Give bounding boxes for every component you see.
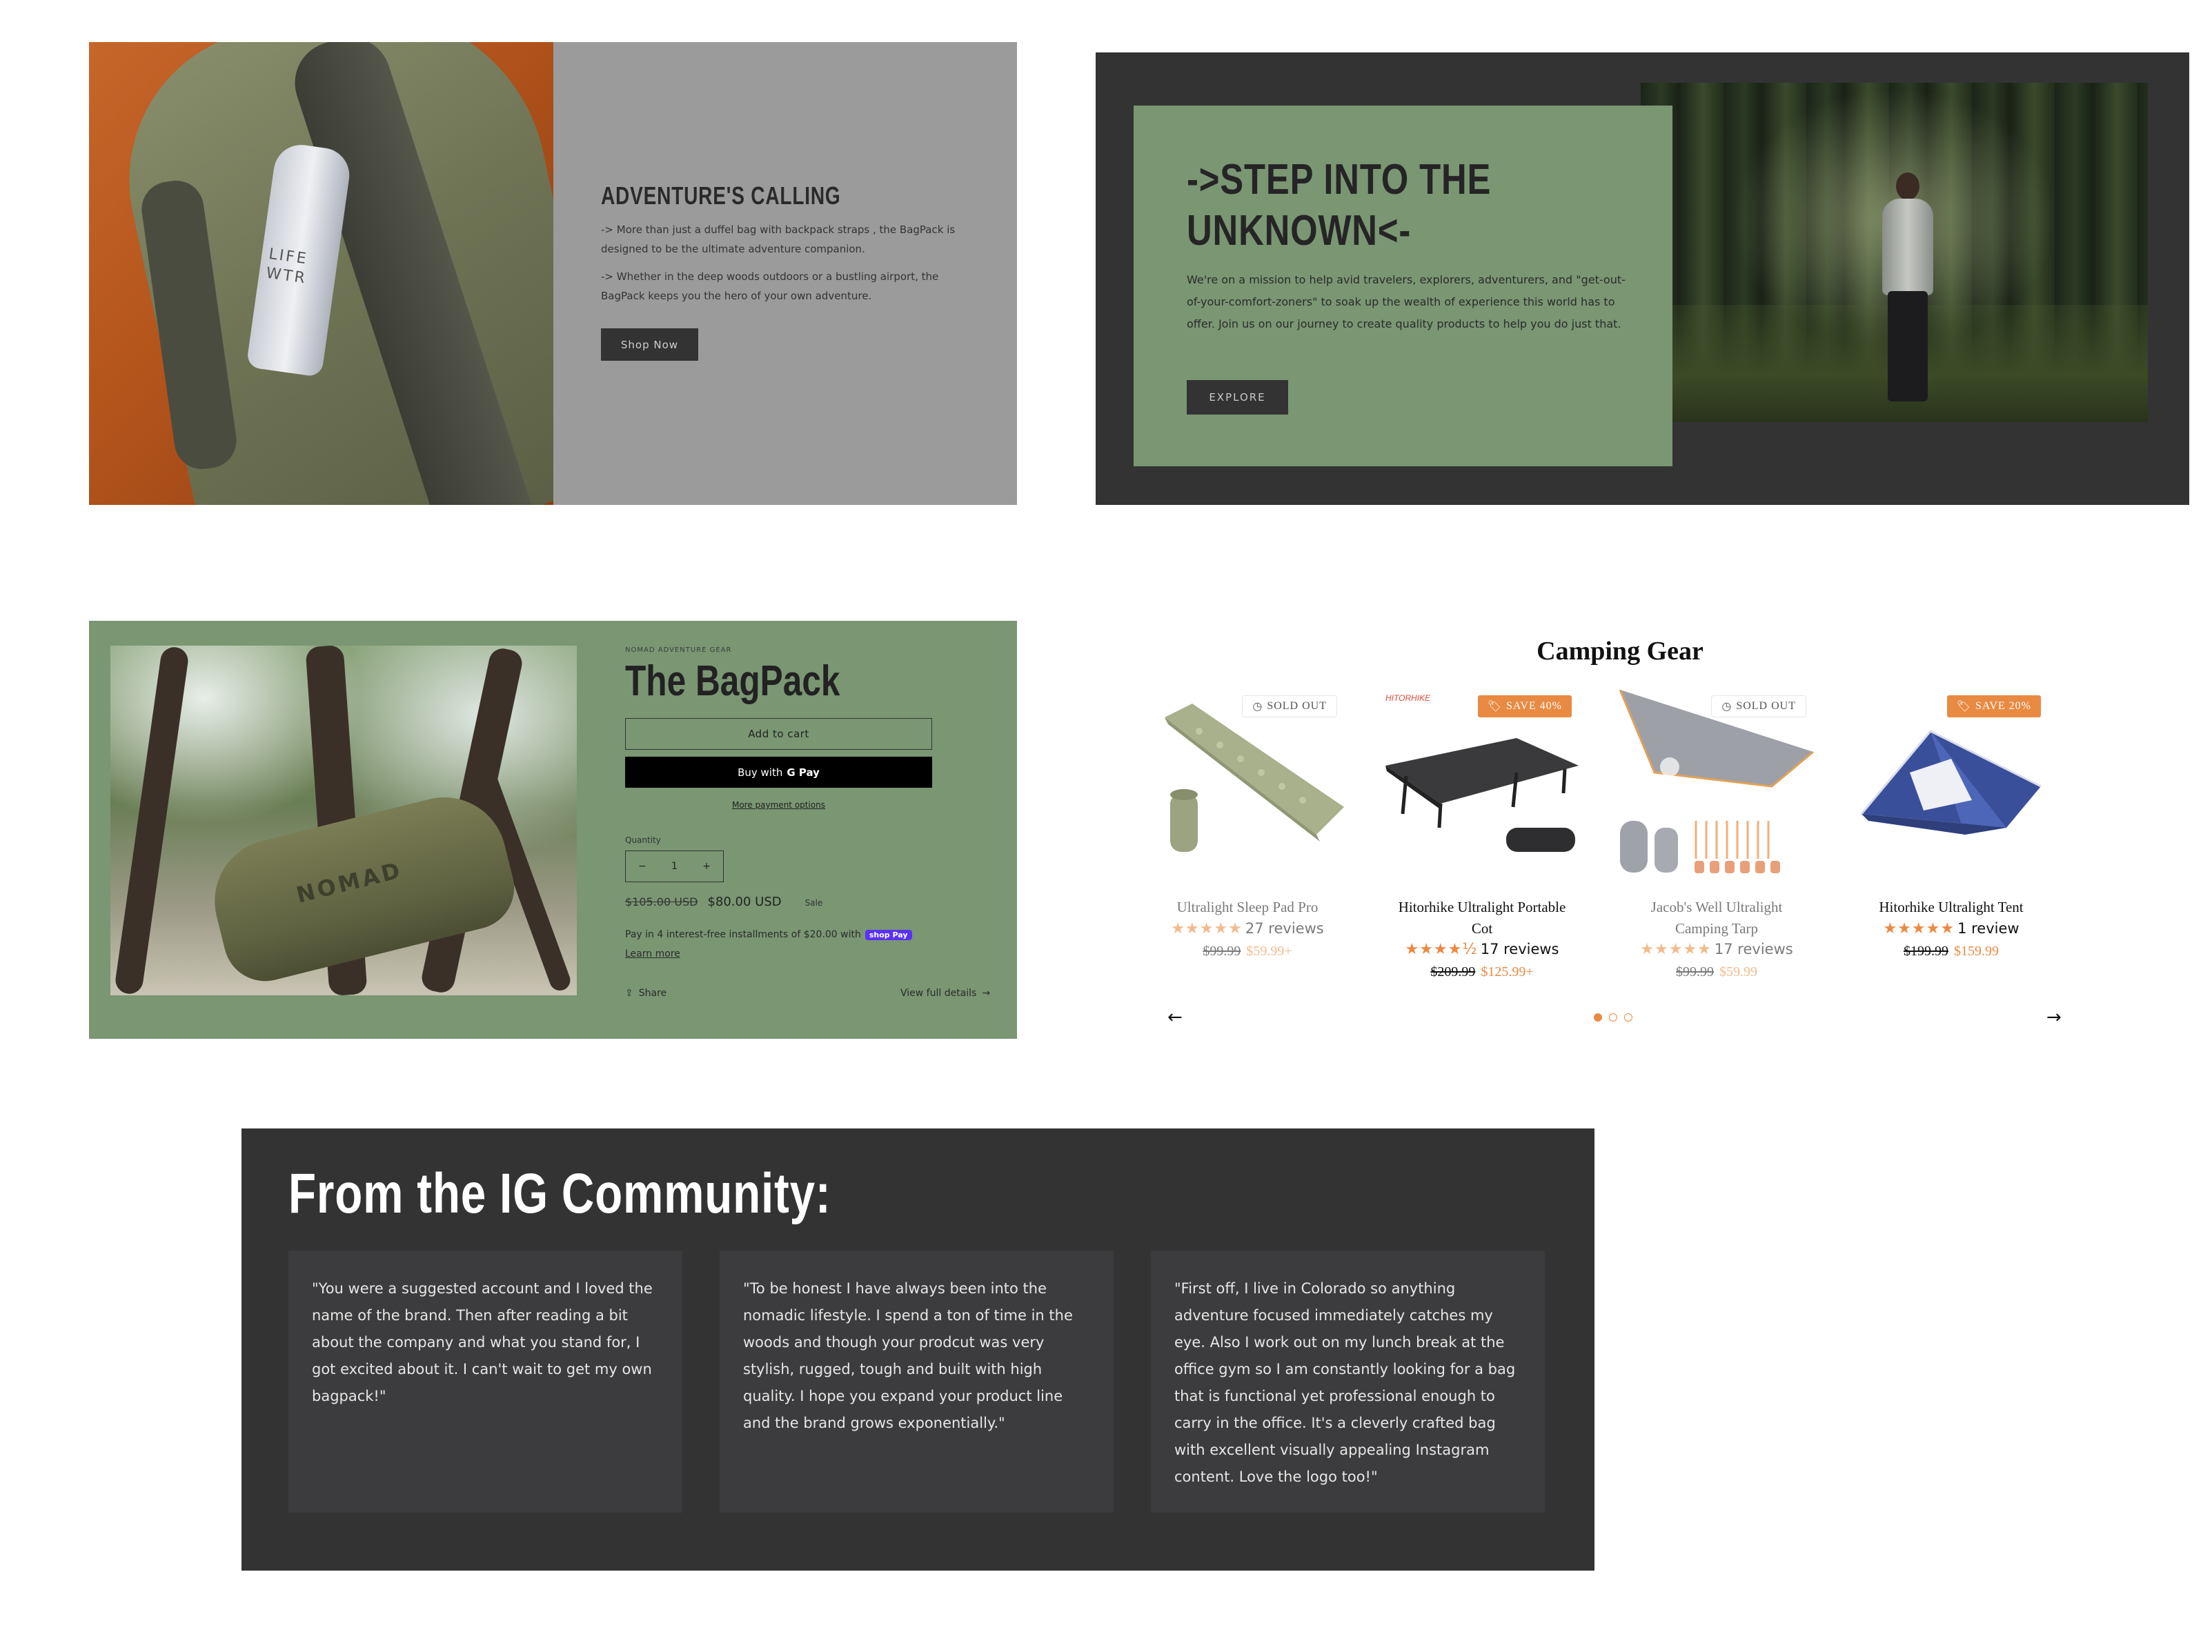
clock-icon: ◷ — [1721, 701, 1732, 713]
rating: ★★★★★ 17 reviews — [1640, 941, 1793, 958]
shop-now-button[interactable]: Shop Now — [601, 328, 698, 361]
pagination-dot[interactable] — [1594, 1013, 1602, 1022]
save-badge: 🏷 SAVE 40% — [1477, 695, 1572, 717]
learn-more-link[interactable]: Learn more — [625, 948, 680, 959]
adventure-title: ADVENTURE'S CALLING — [601, 181, 841, 210]
mission-paragraph: We're on a mission to help avid traveler… — [1187, 273, 1626, 330]
decrease-quantity-button[interactable]: − — [638, 861, 646, 872]
sale-price: $80.00 USD — [707, 895, 782, 909]
buy-with-gpay-button[interactable]: Buy with G Pay — [625, 757, 932, 788]
testimonial-card: "To be honest I have always been into th… — [720, 1251, 1114, 1513]
adventure-banner: LIFE WTR ADVENTURE'S CALLING -> More tha… — [89, 42, 1017, 505]
testimonial-card: "You were a suggested account and I love… — [288, 1251, 682, 1513]
price: $209.99 $125.99+ — [1430, 964, 1534, 979]
quantity-stepper: − 1 + — [625, 850, 724, 882]
bottle-label: LIFE WTR — [265, 245, 310, 288]
shop-pay-logo: shop Pay — [865, 929, 912, 940]
clock-icon: ◷ — [1252, 701, 1263, 713]
vendor-label: NOMAD ADVENTURE GEAR — [625, 646, 732, 654]
price: $199.99 $159.99 — [1904, 944, 1999, 959]
tag-icon: 🏷 — [1487, 701, 1502, 713]
rating: ★★★★★ 27 reviews — [1171, 920, 1324, 937]
carousel-pagination — [1594, 1013, 1632, 1022]
forest-photo — [1641, 83, 2148, 422]
product-card[interactable]: 🏷 SAVE 20% Hitorhike Ultralight Tent ★★★★… — [1848, 690, 2055, 979]
view-full-details-link[interactable]: View full details → — [900, 988, 990, 999]
tent-image — [1860, 730, 2042, 835]
bag-logo-text: NOMAD — [293, 856, 406, 908]
camping-tarp-image — [1619, 690, 1814, 873]
unknown-title: ->STEP INTO THE UNKNOWN<- — [1187, 156, 1492, 255]
product-card[interactable]: ◷ SOLD OUT Jacob's Well Ultralight Campin… — [1613, 690, 1820, 979]
pagination-dot[interactable] — [1624, 1013, 1632, 1022]
star-rating-icon: ★★★★½ — [1405, 941, 1478, 958]
sleep-pad-image — [1165, 704, 1344, 852]
product-name: Hitorhike Ultralight Portable Cot — [1398, 899, 1566, 937]
pagination-dot[interactable] — [1609, 1013, 1617, 1022]
carousel-prev-button[interactable]: ← — [1167, 1007, 1183, 1028]
hiker-figure — [1875, 172, 1937, 401]
quantity-label: Quantity — [625, 835, 661, 845]
step-into-unknown-banner: ->STEP INTO THE UNKNOWN<- We're on a mis… — [1096, 52, 2189, 505]
sold-out-badge: ◷ SOLD OUT — [1242, 695, 1337, 717]
gpay-logo: G Pay — [787, 766, 820, 779]
product-card[interactable]: ◷ SOLD OUT Ultralight Sleep Pad Pro ★★★★★… — [1144, 690, 1351, 979]
product-name: Ultralight Sleep Pad Pro — [1176, 899, 1319, 915]
more-payment-options-link[interactable]: More payment options — [625, 800, 932, 810]
increase-quantity-button[interactable]: + — [702, 861, 711, 872]
rating: ★★★★★ 1 review — [1883, 920, 2020, 937]
product-card[interactable]: HITORHIKE 🏷 SAVE 40% Hitorhike Ultralight… — [1379, 690, 1586, 979]
product-panel: NOMAD NOMAD ADVENTURE GEAR The BagPack A… — [89, 621, 1017, 1039]
price: $99.99 $59.99 — [1676, 964, 1757, 979]
sale-badge: Sale — [804, 898, 823, 908]
arrow-right-icon: → — [982, 988, 991, 999]
price-block: $105.00 USD $80.00 USD Sale — [625, 895, 822, 909]
svg-text:HITORHIKE: HITORHIKE — [1385, 693, 1431, 703]
tag-icon: 🏷 — [1956, 701, 1971, 713]
carousel-heading: Camping Gear — [1537, 637, 1704, 666]
rating: ★★★★½ 17 reviews — [1405, 941, 1559, 958]
camping-cot-image: HITORHIKE — [1385, 693, 1579, 852]
product-name: Hitorhike Ultralight Tent — [1879, 899, 2024, 915]
camping-gear-carousel: Camping Gear ◷ SOLD OUT Ultralight Sleep … — [1096, 621, 2075, 1048]
star-rating-icon: ★★★★★ — [1640, 941, 1712, 958]
explore-button[interactable]: EXPLORE — [1187, 380, 1288, 415]
adventure-paragraph-2: -> Whether in the deep woods outdoors or… — [601, 270, 939, 302]
star-rating-icon: ★★★★★ — [1171, 920, 1243, 937]
share-icon: ⇪ — [625, 988, 633, 999]
quantity-value[interactable]: 1 — [671, 861, 678, 872]
sold-out-badge: ◷ SOLD OUT — [1711, 695, 1806, 717]
compare-price: $105.00 USD — [625, 895, 698, 908]
arrow-left-icon: ← — [1167, 1007, 1183, 1028]
community-title: From the IG Community: — [288, 1162, 831, 1225]
product-name: Jacob's Well Ultralight Camping Tarp — [1650, 899, 1783, 937]
carousel-next-button[interactable]: → — [2046, 1007, 2062, 1028]
ig-community-section: From the IG Community: "You were a sugge… — [241, 1128, 1594, 1571]
share-button[interactable]: ⇪ Share — [625, 988, 666, 999]
save-badge: 🏷 SAVE 20% — [1946, 695, 2041, 717]
duffel-bag-photo: NOMAD — [110, 646, 577, 995]
adventure-paragraph-1: -> More than just a duffel bag with back… — [601, 223, 956, 255]
testimonial-card: "First off, I live in Colorado so anythi… — [1151, 1251, 1545, 1513]
price: $99.99 $59.99+ — [1203, 944, 1292, 959]
add-to-cart-button[interactable]: Add to cart — [625, 718, 932, 750]
installments-text: Pay in 4 interest-free installments of $… — [625, 929, 912, 940]
product-title: The BagPack — [625, 657, 840, 705]
arrow-right-icon: → — [2046, 1007, 2062, 1028]
star-rating-icon: ★★★★★ — [1883, 920, 1955, 937]
backpack-photo: LIFE WTR — [89, 42, 553, 505]
